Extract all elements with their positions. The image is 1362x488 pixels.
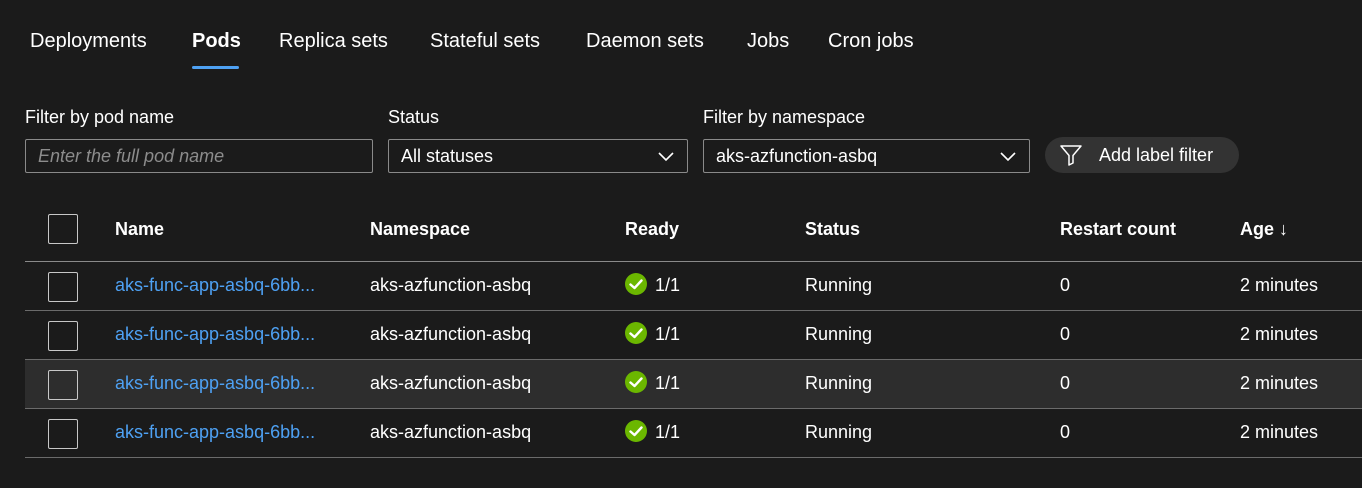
pod-ready: 1/1 — [655, 422, 681, 442]
resource-tabs: Deployments Pods Replica sets Stateful s… — [0, 0, 1362, 72]
row-checkbox[interactable] — [48, 419, 78, 449]
pod-restart-count: 0 — [1060, 324, 1071, 344]
pod-status: Running — [805, 324, 873, 344]
pod-restart-count: 0 — [1060, 275, 1071, 295]
row-checkbox[interactable] — [48, 272, 78, 302]
column-header-status[interactable]: Status — [805, 219, 860, 240]
tab-pods[interactable]: Pods — [192, 30, 241, 53]
table-row[interactable]: aks-func-app-asbq-6bb... aks-azfunction-… — [25, 262, 1362, 311]
tab-stateful-sets[interactable]: Stateful sets — [430, 30, 540, 53]
check-circle-icon — [625, 420, 647, 442]
pod-namespace: aks-azfunction-asbq — [370, 324, 532, 344]
row-checkbox[interactable] — [48, 321, 78, 351]
table-header: Name Namespace Ready Status Restart coun… — [25, 200, 1362, 262]
active-tab-indicator — [192, 66, 239, 69]
pod-status: Running — [805, 275, 873, 295]
table-row[interactable]: aks-func-app-asbq-6bb... aks-azfunction-… — [25, 409, 1362, 458]
pod-name-filter — [25, 139, 373, 173]
namespace-dropdown-value: aks-azfunction-asbq — [716, 145, 878, 166]
pod-age: 2 minutes — [1240, 422, 1319, 442]
table-row[interactable]: aks-func-app-asbq-6bb... aks-azfunction-… — [25, 311, 1362, 360]
status-dropdown-value: All statuses — [401, 145, 494, 166]
column-header-name[interactable]: Name — [115, 219, 164, 240]
status-dropdown[interactable]: All statuses — [388, 139, 688, 173]
check-circle-icon — [625, 273, 647, 295]
pod-status: Running — [805, 373, 873, 393]
pod-name-link[interactable]: aks-func-app-asbq-6bb... — [115, 422, 315, 443]
pod-status: Running — [805, 422, 873, 442]
pod-ready: 1/1 — [655, 324, 681, 344]
pod-name-input[interactable] — [38, 145, 360, 167]
pod-namespace: aks-azfunction-asbq — [370, 275, 532, 295]
filter-icon — [1060, 145, 1082, 166]
pod-namespace: aks-azfunction-asbq — [370, 373, 532, 393]
pod-age: 2 minutes — [1240, 373, 1319, 393]
row-checkbox[interactable] — [48, 370, 78, 400]
chevron-down-icon — [658, 152, 674, 162]
column-header-namespace[interactable]: Namespace — [370, 219, 470, 240]
pod-age: 2 minutes — [1240, 324, 1319, 344]
pod-name-filter-label: Filter by pod name — [25, 107, 175, 127]
namespace-dropdown[interactable]: aks-azfunction-asbq — [703, 139, 1030, 173]
pod-age: 2 minutes — [1240, 275, 1319, 295]
column-header-ready[interactable]: Ready — [625, 219, 679, 240]
column-header-age[interactable]: Age ↓ — [1240, 219, 1288, 240]
pod-name-link[interactable]: aks-func-app-asbq-6bb... — [115, 324, 315, 345]
pod-ready: 1/1 — [655, 373, 681, 393]
pod-name-link[interactable]: aks-func-app-asbq-6bb... — [115, 373, 315, 394]
status-filter-label: Status — [388, 107, 440, 127]
pod-name-link[interactable]: aks-func-app-asbq-6bb... — [115, 275, 315, 296]
chevron-down-icon — [1000, 152, 1016, 162]
tab-cron-jobs[interactable]: Cron jobs — [828, 30, 914, 53]
add-label-filter-button[interactable]: Add label filter — [1045, 137, 1239, 173]
table-row[interactable]: aks-func-app-asbq-6bb... aks-azfunction-… — [25, 360, 1362, 409]
namespace-filter-label: Filter by namespace — [703, 107, 866, 127]
pod-ready: 1/1 — [655, 275, 681, 295]
pod-restart-count: 0 — [1060, 422, 1071, 442]
tab-daemon-sets[interactable]: Daemon sets — [586, 30, 704, 53]
add-label-filter-label: Add label filter — [1099, 144, 1214, 165]
check-circle-icon — [625, 322, 647, 344]
pod-restart-count: 0 — [1060, 373, 1071, 393]
tab-replica-sets[interactable]: Replica sets — [279, 30, 388, 53]
select-all-checkbox[interactable] — [48, 214, 78, 244]
tab-deployments[interactable]: Deployments — [30, 30, 147, 53]
check-circle-icon — [625, 371, 647, 393]
pods-table: Name Namespace Ready Status Restart coun… — [25, 200, 1362, 458]
column-header-restart-count[interactable]: Restart count — [1060, 219, 1176, 240]
tab-jobs[interactable]: Jobs — [747, 30, 789, 53]
pod-namespace: aks-azfunction-asbq — [370, 422, 532, 442]
